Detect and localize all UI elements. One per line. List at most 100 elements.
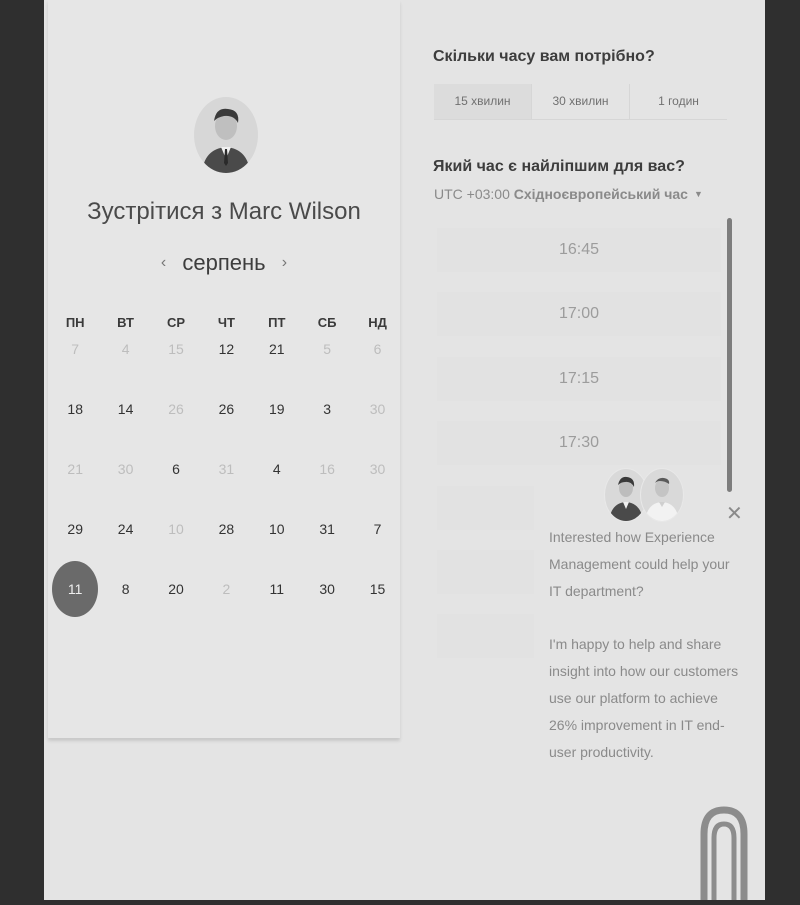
- calendar-day: 31: [201, 461, 251, 477]
- calendar-day-number: 14: [117, 401, 134, 417]
- weekday-label: СБ: [317, 315, 337, 330]
- calendar-day[interactable]: 24: [100, 521, 150, 537]
- calendar-day: 30: [100, 461, 150, 477]
- duration-selector: 15 хвилин 30 хвилин 1 годин: [434, 84, 727, 120]
- calendar-day-number: 5: [323, 341, 332, 357]
- calendar-week-row: 29 24 10 28 10 31 7: [50, 521, 403, 537]
- calendar-day[interactable]: 14: [100, 401, 150, 417]
- calendar-day-number: 4: [121, 341, 130, 357]
- calendar-day-number: 26: [168, 401, 184, 417]
- calendar-week-row: 21 30 6 31 4 16 30: [50, 461, 403, 477]
- duration-option-60[interactable]: 1 годин: [629, 84, 727, 119]
- calendar-day[interactable]: 8: [100, 581, 150, 597]
- slots-scrollbar[interactable]: [727, 218, 732, 492]
- calendar-day-number: 7: [373, 521, 382, 537]
- calendar-day-number: 21: [67, 461, 83, 477]
- calendar-day: 7: [50, 341, 100, 357]
- calendar-day-number: 8: [121, 581, 130, 597]
- calendar-day-number: 12: [218, 341, 235, 357]
- calendar-day-number: 15: [168, 341, 184, 357]
- calendar-day[interactable]: 10: [252, 521, 302, 537]
- chat-agent-avatars: [604, 468, 684, 522]
- calendar-day[interactable]: 19: [252, 401, 302, 417]
- calendar-day[interactable]: 6: [151, 461, 201, 477]
- weekday-label: СР: [166, 315, 185, 330]
- duration-option-30[interactable]: 30 хвилин: [531, 84, 629, 119]
- calendar-day[interactable]: 3: [302, 401, 352, 417]
- close-icon[interactable]: ✕: [726, 504, 743, 524]
- calendar-day-number: 20: [168, 581, 184, 597]
- weekday-label: ВТ: [117, 315, 134, 330]
- chat-launcher-icon[interactable]: [696, 806, 752, 900]
- calendar-day[interactable]: 12: [201, 341, 251, 357]
- calendar-day-selected[interactable]: 11: [50, 561, 100, 617]
- calendar-day-number: 6: [172, 461, 180, 477]
- chat-message-intro: Interested how Experience Management cou…: [549, 529, 730, 599]
- calendar-day: 30: [352, 461, 402, 477]
- duration-option-15[interactable]: 15 хвилин: [434, 84, 531, 119]
- calendar-week-row: 11 8 20 2 11 30 15: [50, 561, 403, 617]
- chevron-right-icon[interactable]: ›: [272, 254, 297, 272]
- calendar-day: 26: [151, 401, 201, 417]
- calendar-day-number: 26: [218, 401, 235, 417]
- chevron-left-icon[interactable]: ‹: [151, 254, 176, 272]
- calendar-day-number: 10: [268, 521, 285, 537]
- calendar-day-number: 15: [369, 581, 386, 597]
- calendar-day[interactable]: 20: [151, 581, 201, 597]
- calendar-day-number: 7: [71, 341, 80, 357]
- calendar-day-number: 31: [319, 521, 335, 537]
- weekday-label: ПН: [65, 315, 85, 330]
- calendar-day: 30: [352, 401, 402, 417]
- calendar-day[interactable]: 26: [201, 401, 251, 417]
- time-slot[interactable]: 17:00: [437, 292, 721, 336]
- calendar-day-number: 21: [268, 341, 285, 357]
- timezone-select[interactable]: UTC +03:00 Східноєвропейський час ▼: [434, 186, 703, 202]
- calendar-day[interactable]: 31: [302, 521, 352, 537]
- calendar-day-number: 24: [117, 521, 134, 537]
- timezone-name: Східноєвропейський час: [513, 186, 688, 202]
- calendar-week-row: 7 4 15 12 21 5 6: [50, 341, 403, 357]
- calendar-day-number: 19: [268, 401, 285, 417]
- calendar-day: 10: [151, 521, 201, 537]
- calendar-day-number: 6: [373, 341, 382, 357]
- chat-message-body: I'm happy to help and share insight into…: [549, 636, 739, 760]
- calendar-day-number: 11: [269, 581, 285, 597]
- weekday-label: ЧТ: [217, 315, 235, 330]
- calendar-day-number: 16: [319, 461, 335, 477]
- calendar-day-number: 30: [319, 581, 335, 597]
- calendar-day-number: 3: [323, 401, 332, 417]
- duration-heading: Скільки часу вам потрібно?: [433, 48, 655, 65]
- calendar-day[interactable]: 11: [252, 581, 302, 597]
- calendar-day[interactable]: 4: [252, 461, 302, 477]
- host-avatar: [194, 97, 258, 173]
- weekday-label: НД: [368, 315, 387, 330]
- time-slot[interactable]: [437, 614, 534, 658]
- caret-down-icon: ▼: [693, 189, 703, 199]
- calendar-day-number: 29: [67, 521, 83, 537]
- calendar-day: 2: [201, 581, 251, 597]
- calendar-week-row: 18 14 26 26 19 3 30: [50, 401, 403, 417]
- weekday-label: ПТ: [268, 315, 286, 330]
- month-navigator: ‹ серпень ›: [48, 250, 400, 280]
- time-slot[interactable]: [437, 486, 534, 530]
- calendar-day: 15: [151, 341, 201, 357]
- calendar-day-number: 10: [168, 521, 184, 537]
- calendar-day[interactable]: 30: [302, 581, 352, 597]
- time-slot[interactable]: 17:15: [437, 357, 721, 401]
- calendar-day-number: 2: [222, 581, 231, 597]
- calendar-day-number: 4: [272, 461, 281, 477]
- calendar-day-number: 30: [369, 401, 386, 417]
- calendar-day[interactable]: 29: [50, 521, 100, 537]
- agent-avatar: [640, 468, 684, 522]
- time-slot[interactable]: [437, 550, 534, 594]
- calendar-day[interactable]: 28: [201, 521, 251, 537]
- calendar-day[interactable]: 21: [252, 341, 302, 357]
- calendar-day[interactable]: 7: [352, 521, 402, 537]
- time-slot[interactable]: 17:30: [437, 421, 721, 465]
- month-label: серпень: [182, 250, 266, 275]
- calendar-day[interactable]: 15: [352, 581, 402, 597]
- calendar-day[interactable]: 18: [50, 401, 100, 417]
- time-slot[interactable]: 16:45: [437, 228, 721, 272]
- calendar-day-number: 31: [218, 461, 235, 477]
- timezone-offset: UTC +03:00: [434, 186, 510, 202]
